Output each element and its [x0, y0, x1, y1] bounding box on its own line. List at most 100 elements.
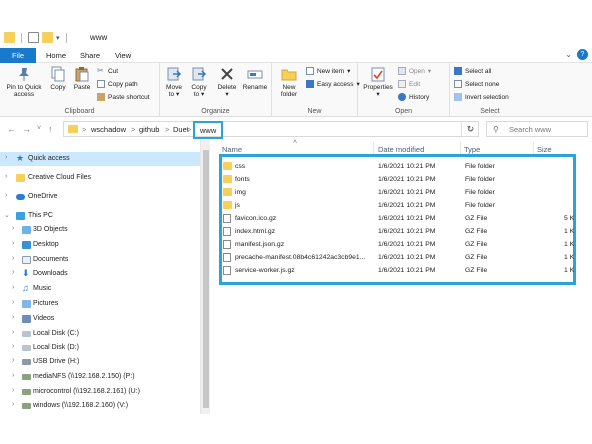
pin-icon — [16, 66, 32, 82]
nav-item-music[interactable]: › ♫ Music — [0, 282, 200, 296]
cut-button[interactable]: ✂ Cut — [97, 67, 118, 75]
paste-button[interactable]: Paste — [71, 66, 93, 91]
properties-icon[interactable] — [28, 32, 39, 43]
cloud-icon — [16, 194, 25, 200]
nav-item-microcontrol[interactable]: › microcontrol (\\192.168.2.161) (U:) — [0, 385, 200, 399]
nav-item-local-disk-d[interactable]: › Local Disk (D:) — [0, 341, 200, 355]
column-header-date[interactable]: Date modified — [378, 145, 424, 154]
breadcrumb-current[interactable]: www — [193, 121, 224, 139]
easy-access-button[interactable]: Easy access ▾ — [306, 80, 360, 88]
nav-item-onedrive[interactable]: › OneDrive — [0, 190, 200, 204]
tab-home[interactable]: Home — [38, 48, 74, 63]
tab-view[interactable]: View — [107, 48, 139, 63]
select-all-button[interactable]: Select all — [454, 67, 491, 75]
history-button[interactable]: History — [398, 93, 429, 101]
paste-icon — [74, 66, 90, 82]
chevron-right-icon[interactable]: › — [5, 154, 7, 161]
nav-item-usb-drive[interactable]: › USB Drive (H:) — [0, 355, 200, 369]
column-header-type[interactable]: Type — [464, 145, 480, 154]
forward-icon[interactable]: → — [22, 124, 31, 134]
list-item[interactable]: favicon.ico.gz 1/6/2021 10:21 PM GZ File… — [213, 212, 592, 225]
chevron-right-icon[interactable]: › — [12, 343, 14, 350]
chevron-right-icon[interactable]: › — [12, 240, 14, 247]
list-item[interactable]: js 1/6/2021 10:21 PM File folder — [213, 199, 592, 212]
chevron-right-icon[interactable]: › — [12, 387, 14, 394]
copy-to-button[interactable]: Copy to ▾ — [188, 66, 210, 98]
list-item[interactable]: manifest.json.gz 1/6/2021 10:21 PM GZ Fi… — [213, 238, 592, 251]
select-none-button[interactable]: Select none — [454, 80, 499, 88]
chevron-right-icon[interactable]: › — [5, 173, 7, 180]
properties-button[interactable]: Properties ▾ — [361, 66, 395, 98]
list-item[interactable]: service-worker.js.gz 1/6/2021 10:21 PM G… — [213, 264, 592, 277]
list-item[interactable]: fonts 1/6/2021 10:21 PM File folder — [213, 173, 592, 186]
chevron-right-icon[interactable]: › — [12, 357, 14, 364]
open-button[interactable]: Open ▾ — [398, 67, 431, 75]
new-item-button[interactable]: New item ▾ — [306, 67, 350, 75]
edit-button[interactable]: Edit — [398, 80, 420, 88]
nav-item-creative-cloud[interactable]: › Creative Cloud Files — [0, 171, 200, 185]
invert-selection-button[interactable]: Invert selection — [454, 93, 509, 101]
ribbon-tabs: File Home Share View ⌄ ? — [0, 48, 592, 63]
list-item[interactable]: css 1/6/2021 10:21 PM File folder — [213, 160, 592, 173]
nav-scrollbar[interactable] — [200, 140, 210, 414]
tab-share[interactable]: Share — [72, 48, 108, 63]
paste-shortcut-icon — [97, 93, 105, 101]
chevron-right-icon[interactable]: › — [12, 225, 14, 232]
list-item[interactable]: precache-manifest.08b4c61242ac3cb9e1... … — [213, 251, 592, 264]
paste-shortcut-button[interactable]: Paste shortcut — [97, 93, 150, 101]
nav-item-medianfs[interactable]: › mediaNFS (\\192.168.2.150) (P:) — [0, 370, 200, 384]
chevron-down-icon[interactable]: ▾ — [56, 34, 60, 42]
chevron-right-icon[interactable]: › — [12, 299, 14, 306]
list-item[interactable]: img 1/6/2021 10:21 PM File folder — [213, 186, 592, 199]
chevron-down-icon[interactable]: ⌄ — [4, 211, 10, 219]
delete-button[interactable]: Delete ▾ — [216, 66, 238, 98]
nav-item-local-disk-c[interactable]: › Local Disk (C:) — [0, 327, 200, 341]
search-input[interactable]: ⚲ Search www — [486, 121, 588, 137]
chevron-right-icon[interactable]: › — [12, 314, 14, 321]
nav-item-quick-access[interactable]: › ★ Quick access — [0, 152, 200, 166]
rename-button[interactable]: Rename — [242, 66, 268, 91]
chevron-right-icon[interactable]: › — [12, 284, 14, 291]
chevron-right-icon[interactable]: › — [12, 255, 14, 262]
computer-icon — [16, 212, 25, 220]
window-title: www — [90, 33, 108, 42]
copy-button[interactable]: Copy — [48, 66, 68, 91]
nav-item-pictures[interactable]: › Pictures — [0, 297, 200, 311]
file-icon — [223, 227, 231, 236]
nav-item-this-pc[interactable]: ⌄ This PC — [0, 209, 200, 223]
chevron-right-icon[interactable]: › — [12, 401, 14, 408]
pin-to-quick-access-button[interactable]: Pin to Quick access — [3, 66, 45, 98]
chevron-right-icon[interactable]: › — [12, 269, 14, 276]
nav-item-videos[interactable]: › Videos — [0, 312, 200, 326]
file-icon — [223, 214, 231, 223]
breadcrumb-item[interactable]: wschadow — [91, 125, 126, 134]
recent-locations-icon[interactable]: ˅ — [37, 125, 41, 132]
scrollbar-thumb[interactable] — [203, 150, 209, 408]
breadcrumb-item[interactable]: github — [139, 125, 159, 134]
select-none-icon — [454, 80, 462, 88]
back-icon[interactable]: ← — [7, 124, 16, 134]
move-to-button[interactable]: Move to ▾ — [163, 66, 185, 98]
nav-item-desktop[interactable]: › Desktop — [0, 238, 200, 252]
breadcrumb[interactable]: > wschadow > github > Duet > www ⌄ — [63, 121, 479, 139]
column-header-name[interactable]: Name — [222, 145, 242, 154]
tab-file[interactable]: File — [0, 48, 36, 63]
breadcrumb-separator-icon: > — [82, 125, 87, 134]
copy-path-button[interactable]: Copy path — [97, 80, 138, 88]
nav-item-downloads[interactable]: › ⬇ Downloads — [0, 267, 200, 281]
nav-item-3d-objects[interactable]: › 3D Objects — [0, 223, 200, 237]
chevron-right-icon[interactable]: › — [12, 372, 14, 379]
nav-item-documents[interactable]: › Documents — [0, 253, 200, 267]
new-folder-icon[interactable] — [42, 32, 53, 43]
up-icon[interactable]: ↑ — [48, 124, 53, 134]
refresh-icon[interactable]: ↻ — [461, 122, 479, 136]
help-icon[interactable]: ? — [577, 49, 588, 60]
nav-item-windows[interactable]: › windows (\\192.168.2.160) (V:) — [0, 399, 200, 413]
chevron-right-icon[interactable]: › — [5, 192, 7, 199]
list-item[interactable]: index.html.gz 1/6/2021 10:21 PM GZ File … — [213, 225, 592, 238]
chevron-down-icon[interactable]: ⌄ — [565, 50, 572, 59]
new-folder-button[interactable]: New folder — [276, 66, 302, 98]
column-header-size[interactable]: Size — [537, 145, 552, 154]
history-icon — [398, 93, 406, 101]
chevron-right-icon[interactable]: › — [12, 329, 14, 336]
